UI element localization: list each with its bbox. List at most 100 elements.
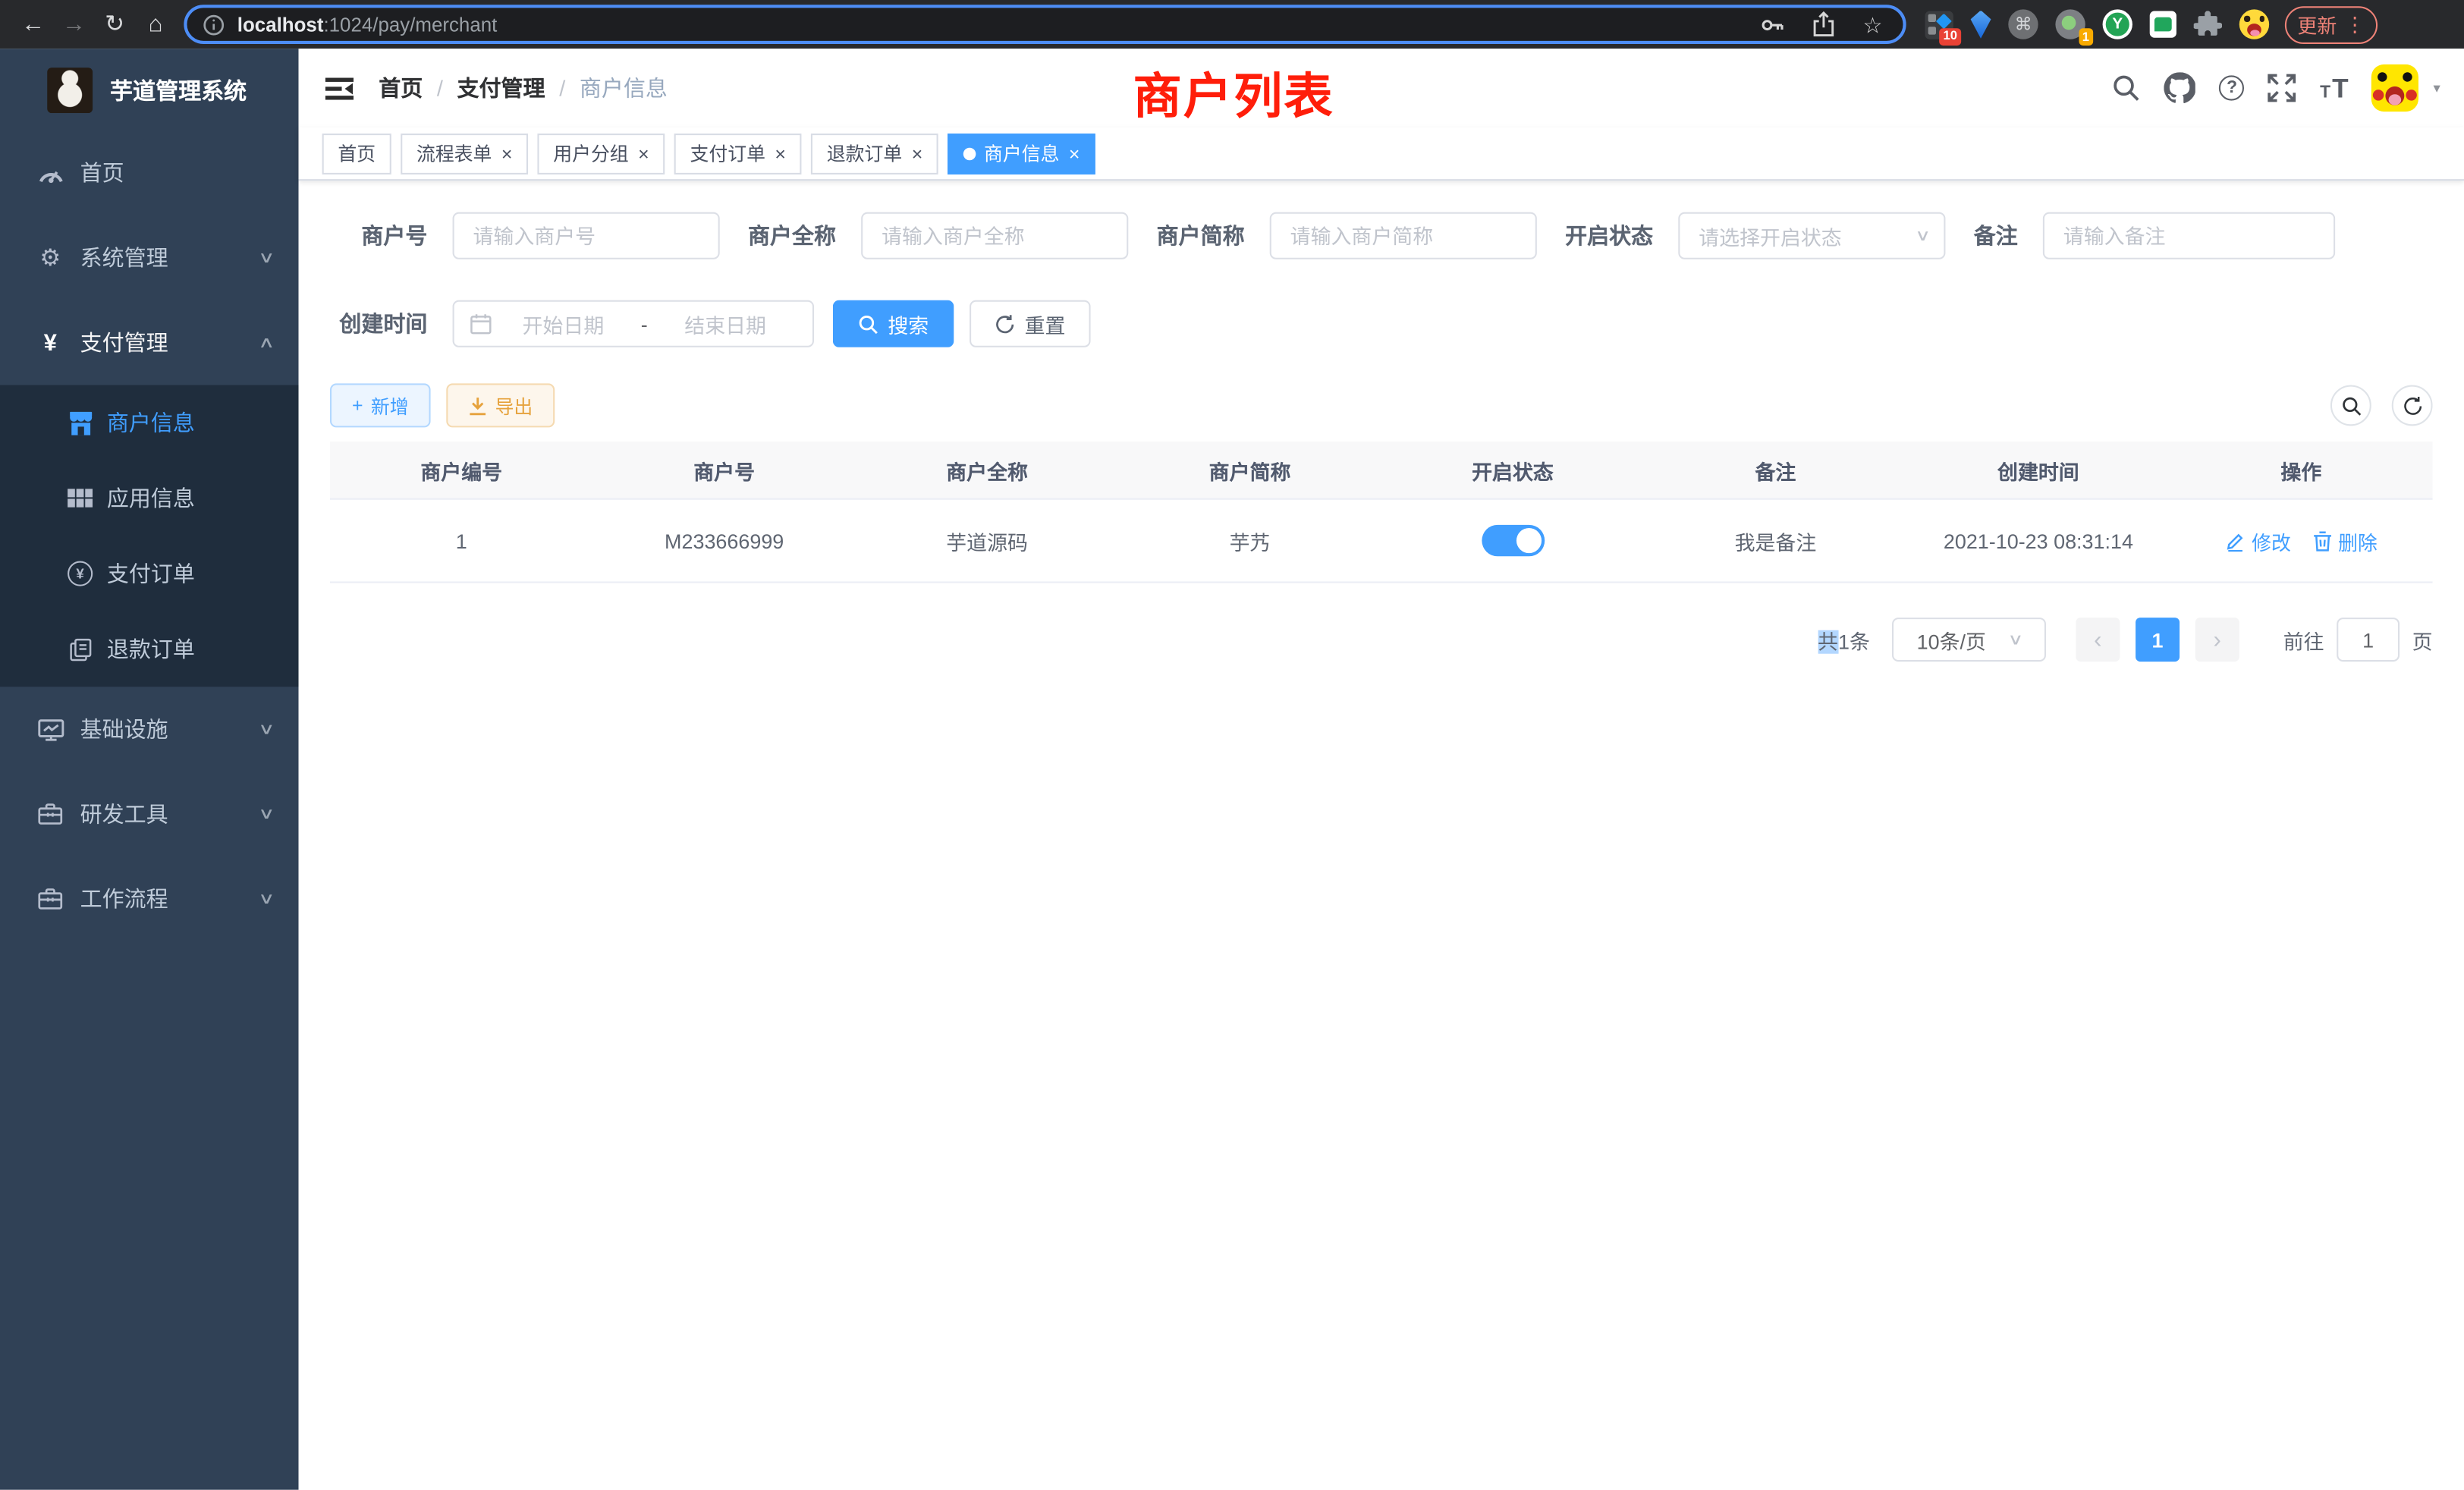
export-button[interactable]: 导出 bbox=[446, 383, 555, 427]
filter-row-2: 创建时间 开始日期 - 结束日期 搜索 bbox=[330, 300, 2433, 347]
merchant-table: 商户编号 商户号 商户全称 商户简称 开启状态 备注 创建时间 操作 1 M23… bbox=[330, 442, 2433, 583]
extension-icon[interactable] bbox=[1971, 10, 1991, 38]
extension-icon[interactable]: ⌘ bbox=[2008, 9, 2038, 39]
avatar[interactable] bbox=[2372, 64, 2419, 112]
download-icon bbox=[468, 395, 487, 416]
forward-icon[interactable]: → bbox=[53, 0, 94, 49]
column-header: 操作 bbox=[2170, 455, 2432, 485]
sidebar-item-system[interactable]: ⚙ 系统管理 ∨ bbox=[0, 215, 299, 300]
search-button[interactable]: 搜索 bbox=[833, 300, 954, 347]
breadcrumb-payment[interactable]: 支付管理 bbox=[457, 72, 545, 103]
share-icon[interactable] bbox=[1812, 11, 1836, 38]
sidebar-item-home[interactable]: 首页 bbox=[0, 130, 299, 215]
close-icon[interactable]: × bbox=[638, 144, 649, 163]
remark-input[interactable] bbox=[2043, 212, 2335, 259]
refresh-button[interactable] bbox=[2392, 385, 2433, 426]
merchant-no-label: 商户号 bbox=[330, 220, 427, 251]
sidebar-item-merchant-info[interactable]: 商户信息 bbox=[0, 385, 299, 461]
search-icon[interactable] bbox=[2113, 74, 2141, 102]
extension-icon[interactable]: Y bbox=[2103, 9, 2132, 39]
extension-icon[interactable]: 10 bbox=[1925, 10, 1953, 38]
reset-button[interactable]: 重置 bbox=[970, 300, 1091, 347]
breadcrumb-current: 商户信息 bbox=[580, 72, 668, 103]
extension-icon[interactable]: 1 bbox=[2055, 9, 2085, 39]
reload-icon[interactable]: ↻ bbox=[94, 0, 135, 49]
tab-pay-order[interactable]: 支付订单 × bbox=[674, 133, 802, 174]
calendar-icon bbox=[470, 313, 492, 335]
show-search-button[interactable] bbox=[2330, 385, 2371, 426]
status-select[interactable]: 请选择开启状态 ∨ bbox=[1678, 212, 1945, 259]
edit-button[interactable]: 修改 bbox=[2225, 526, 2291, 555]
back-icon[interactable]: ← bbox=[13, 0, 54, 49]
help-icon[interactable]: ? bbox=[2220, 75, 2245, 100]
delete-button[interactable]: 删除 bbox=[2313, 526, 2378, 555]
close-icon[interactable]: × bbox=[775, 144, 786, 163]
tab-merchant-info[interactable]: 商户信息 × bbox=[948, 133, 1095, 174]
annotation-overlay: 商户列表 bbox=[1133, 57, 1334, 127]
status-label: 开启状态 bbox=[1565, 220, 1653, 251]
sidebar-item-infrastructure[interactable]: 基础设施 ∨ bbox=[0, 687, 299, 772]
browser-menu-icon[interactable]: ⋮ bbox=[2345, 12, 2365, 37]
extension-icon[interactable] bbox=[2239, 9, 2269, 39]
logo-avatar bbox=[47, 67, 93, 112]
extensions-menu-icon[interactable] bbox=[2194, 10, 2222, 38]
caret-down-icon[interactable]: ▾ bbox=[2434, 80, 2440, 97]
page-1-button[interactable]: 1 bbox=[2136, 618, 2180, 662]
sidebar: 芋道管理系统 首页 ⚙ 系统管理 ∨ ¥ 支付管理 ∧ bbox=[0, 49, 299, 1490]
full-name-input[interactable] bbox=[861, 212, 1128, 259]
sidebar-item-app-info[interactable]: 应用信息 bbox=[0, 461, 299, 536]
close-icon[interactable]: × bbox=[912, 144, 923, 163]
search-icon bbox=[2340, 395, 2361, 416]
password-key-icon[interactable] bbox=[1761, 12, 1786, 37]
tab-process-form[interactable]: 流程表单 × bbox=[401, 133, 528, 174]
chevron-down-icon: ∨ bbox=[257, 721, 275, 738]
tab-refund-order[interactable]: 退款订单 × bbox=[811, 133, 938, 174]
yen-circle-icon: ¥ bbox=[66, 561, 94, 586]
fullscreen-icon[interactable] bbox=[2268, 74, 2296, 102]
breadcrumb-home[interactable]: 首页 bbox=[379, 72, 423, 103]
home-icon[interactable]: ⌂ bbox=[135, 0, 176, 49]
extensions-toolbar: 10 ⌘ 1 Y bbox=[1925, 9, 2270, 39]
gear-icon: ⚙ bbox=[36, 244, 64, 272]
pagination: 共1条 10条/页 ∨ ‹ 1 › 前往 页 bbox=[330, 618, 2433, 662]
column-header: 开启状态 bbox=[1381, 455, 1644, 485]
sidebar-collapse-icon[interactable] bbox=[325, 74, 354, 101]
plus-icon: + bbox=[352, 395, 363, 417]
monitor-icon bbox=[36, 718, 64, 741]
tab-home[interactable]: 首页 bbox=[322, 133, 391, 174]
font-size-icon[interactable]: TT bbox=[2320, 74, 2349, 101]
prev-page-button[interactable]: ‹ bbox=[2076, 618, 2120, 662]
table-toolbar: + 新增 导出 bbox=[330, 383, 2433, 427]
date-range-picker[interactable]: 开始日期 - 结束日期 bbox=[453, 300, 814, 347]
goto-page-input[interactable] bbox=[2337, 618, 2400, 662]
chevron-up-icon: ∧ bbox=[257, 334, 275, 351]
merchant-no-input[interactable] bbox=[453, 212, 720, 259]
sidebar-item-dev-tools[interactable]: 研发工具 ∨ bbox=[0, 772, 299, 857]
close-icon[interactable]: × bbox=[1069, 144, 1080, 163]
address-bar[interactable]: localhost:1024/pay/merchant ☆ bbox=[184, 5, 1906, 44]
sidebar-item-workflow[interactable]: 工作流程 ∨ bbox=[0, 857, 299, 941]
sidebar-item-refund-order[interactable]: 退款订单 bbox=[0, 611, 299, 687]
total-text: 共1条 bbox=[1818, 624, 1870, 654]
cell-create-time: 2021-10-23 08:31:14 bbox=[1907, 529, 2170, 552]
toolbox-icon bbox=[36, 888, 64, 910]
table-row: 1 M233666999 芋道源码 芋艿 我是备注 2021-10-23 08:… bbox=[330, 500, 2433, 583]
close-icon[interactable]: × bbox=[501, 144, 513, 163]
page-size-select[interactable]: 10条/页 ∨ bbox=[1892, 618, 2046, 662]
cell-full-name: 芋道源码 bbox=[856, 526, 1118, 555]
tab-user-group[interactable]: 用户分组 × bbox=[538, 133, 665, 174]
github-icon[interactable] bbox=[2164, 72, 2195, 103]
page-unit-label: 页 bbox=[2412, 624, 2433, 654]
bookmark-star-icon[interactable]: ☆ bbox=[1863, 14, 1883, 36]
extension-icon[interactable] bbox=[2150, 11, 2176, 38]
short-name-input[interactable] bbox=[1270, 212, 1537, 259]
status-toggle[interactable] bbox=[1482, 525, 1545, 556]
update-button[interactable]: 更新 ⋮ bbox=[2285, 5, 2378, 43]
cell-id: 1 bbox=[330, 529, 592, 552]
info-icon[interactable] bbox=[203, 14, 225, 36]
sidebar-item-pay-order[interactable]: ¥ 支付订单 bbox=[0, 536, 299, 611]
sidebar-item-payment[interactable]: ¥ 支付管理 ∧ bbox=[0, 300, 299, 385]
next-page-button[interactable]: › bbox=[2195, 618, 2239, 662]
url-text: localhost:1024/pay/merchant bbox=[237, 14, 1761, 36]
add-button[interactable]: + 新增 bbox=[330, 383, 431, 427]
